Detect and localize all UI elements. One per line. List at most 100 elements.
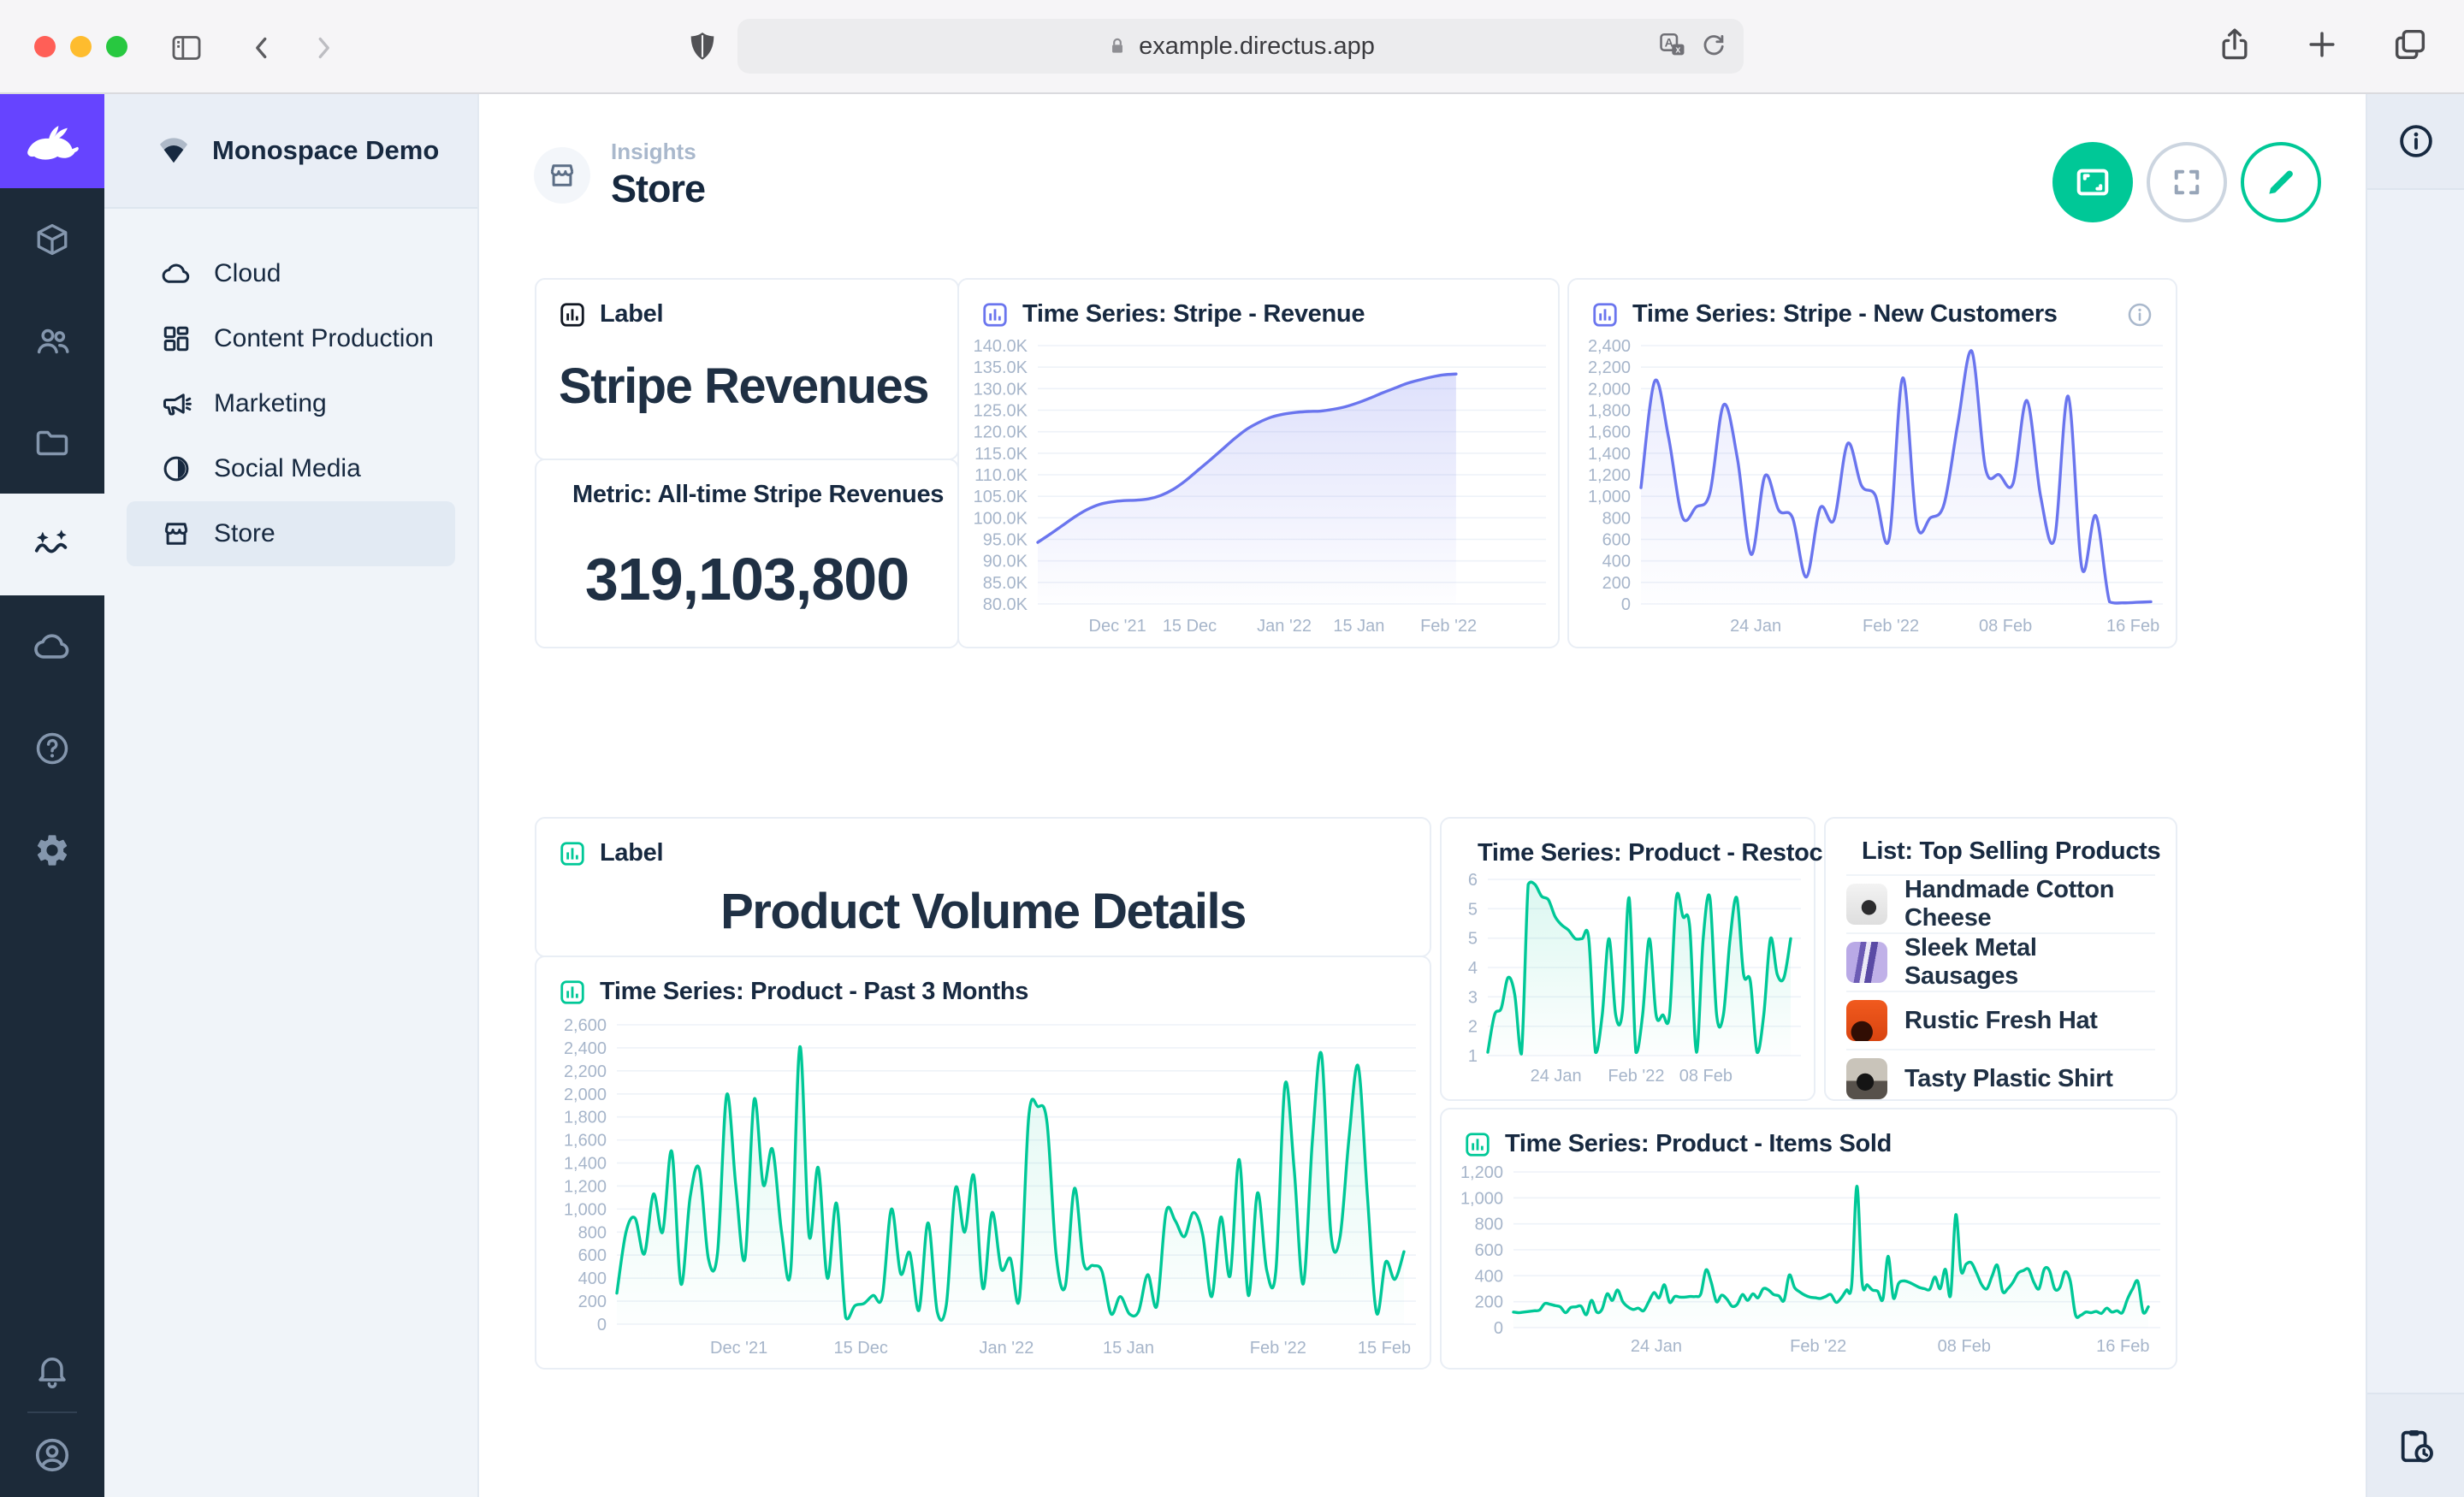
info-sidebar-icon[interactable] <box>2396 121 2436 161</box>
activity-log-icon[interactable] <box>2396 1426 2436 1465</box>
sidebar-item-social-media[interactable]: Social Media <box>127 436 455 501</box>
panel-past-3-months: Time Series: Product - Past 3 Months 2,6… <box>535 956 1431 1370</box>
svg-text:08 Feb: 08 Feb <box>1938 1337 1991 1356</box>
svg-text:800: 800 <box>1475 1216 1503 1234</box>
module-help[interactable] <box>0 697 104 799</box>
svg-text:2,000: 2,000 <box>564 1086 607 1104</box>
svg-text:80.0K: 80.0K <box>983 595 1028 614</box>
reload-icon[interactable] <box>1699 31 1728 60</box>
module-bar <box>0 94 104 1497</box>
sidebar-item-marketing[interactable]: Marketing <box>127 371 455 436</box>
svg-text:0: 0 <box>1621 595 1631 614</box>
module-cloud[interactable] <box>0 595 104 697</box>
close-window-button[interactable] <box>34 36 56 57</box>
pie-icon <box>161 453 192 484</box>
panel-info-icon[interactable] <box>2126 301 2153 328</box>
svg-text:2,000: 2,000 <box>1588 380 1631 399</box>
svg-text:24 Jan: 24 Jan <box>1631 1337 1682 1356</box>
directus-logo[interactable] <box>0 94 104 188</box>
chart-panel-icon <box>559 979 586 1006</box>
svg-text:Feb '22: Feb '22 <box>1420 617 1477 636</box>
panel-label-stripe: Label Stripe Revenues <box>535 278 959 460</box>
svg-text:Feb '22: Feb '22 <box>1250 1339 1306 1358</box>
svg-text:2,600: 2,600 <box>564 1016 607 1035</box>
sidebar-item-store[interactable]: Store <box>127 501 455 566</box>
module-users[interactable] <box>0 290 104 392</box>
svg-text:3: 3 <box>1468 988 1478 1007</box>
items-sold-chart: 1,2001,000800600400200024 JanFeb '2208 F… <box>1450 1162 2162 1357</box>
module-content[interactable] <box>0 188 104 290</box>
breadcrumb[interactable]: Insights <box>611 139 705 165</box>
svg-text:1,600: 1,600 <box>1588 423 1631 442</box>
project-signal-icon <box>157 136 190 165</box>
label-text: Stripe Revenues <box>536 335 957 415</box>
sidebar-item-cloud[interactable]: Cloud <box>127 241 455 306</box>
toggle-sidebar-icon[interactable] <box>169 31 204 65</box>
svg-text:1,200: 1,200 <box>564 1177 607 1196</box>
svg-text:100.0K: 100.0K <box>974 509 1028 528</box>
svg-text:105.0K: 105.0K <box>974 488 1028 506</box>
chart-panel-icon <box>1591 301 1619 328</box>
svg-text:15 Feb: 15 Feb <box>1358 1339 1411 1358</box>
svg-text:130.0K: 130.0K <box>974 380 1028 399</box>
svg-text:16 Feb: 16 Feb <box>2106 617 2159 636</box>
translate-icon[interactable]: Ax <box>1658 31 1687 60</box>
svg-text:Feb '22: Feb '22 <box>1608 1067 1664 1086</box>
traffic-lights <box>34 36 127 57</box>
panel-stripe-revenue: Time Series: Stripe - Revenue 140.0K135.… <box>957 278 1560 648</box>
tab-overview-icon[interactable] <box>2390 24 2430 65</box>
edit-dashboard-button[interactable] <box>2241 142 2321 222</box>
privacy-shield-icon[interactable] <box>684 27 720 67</box>
svg-text:400: 400 <box>578 1269 607 1288</box>
product-thumbnail <box>1846 884 1887 925</box>
zoom-window-button[interactable] <box>106 36 127 57</box>
svg-text:400: 400 <box>1475 1267 1503 1286</box>
user-avatar[interactable] <box>33 1435 72 1475</box>
divider <box>27 1411 77 1413</box>
forward-button[interactable] <box>308 33 339 63</box>
svg-text:15 Dec: 15 Dec <box>834 1339 888 1358</box>
sidebar-item-content-production[interactable]: Content Production <box>127 306 455 371</box>
svg-text:24 Jan: 24 Jan <box>1531 1067 1582 1086</box>
url-text: example.directus.app <box>1139 33 1375 61</box>
svg-text:2,400: 2,400 <box>1588 337 1631 356</box>
svg-text:5: 5 <box>1468 930 1478 949</box>
project-switcher[interactable]: Monospace Demo <box>104 94 477 209</box>
svg-text:08 Feb: 08 Feb <box>1679 1067 1732 1086</box>
svg-text:15 Jan: 15 Jan <box>1103 1339 1154 1358</box>
share-icon[interactable] <box>2216 24 2254 65</box>
fullscreen-button[interactable] <box>2147 142 2227 222</box>
svg-text:5: 5 <box>1468 900 1478 919</box>
past-3-months-chart: 2,6002,4002,2002,0001,8001,6001,4001,200… <box>548 1013 1418 1358</box>
back-button[interactable] <box>246 33 277 63</box>
cloud-icon <box>161 258 192 289</box>
svg-text:1,000: 1,000 <box>564 1200 607 1219</box>
list-item[interactable]: Rustic Fresh Hat <box>1846 991 2155 1049</box>
notifications-bell-icon[interactable] <box>33 1352 71 1389</box>
module-settings[interactable] <box>0 799 104 901</box>
svg-text:15 Dec: 15 Dec <box>1163 617 1217 636</box>
svg-text:1,400: 1,400 <box>564 1155 607 1174</box>
minimize-window-button[interactable] <box>70 36 92 57</box>
svg-text:400: 400 <box>1602 553 1631 571</box>
svg-text:600: 600 <box>578 1246 607 1265</box>
svg-text:16 Feb: 16 Feb <box>2096 1337 2149 1356</box>
address-bar[interactable]: example.directus.app Ax <box>737 19 1744 74</box>
svg-text:08 Feb: 08 Feb <box>1979 617 2032 636</box>
module-files[interactable] <box>0 392 104 494</box>
list-item[interactable]: Tasty Plastic Shirt <box>1846 1049 2155 1107</box>
fullscreen-icon <box>2169 164 2205 200</box>
svg-text:200: 200 <box>1475 1293 1503 1312</box>
product-thumbnail <box>1846 942 1887 983</box>
module-insights[interactable] <box>0 494 104 595</box>
svg-text:1,200: 1,200 <box>1588 466 1631 485</box>
megaphone-icon <box>161 388 192 419</box>
list-item[interactable]: Sleek Metal Sausages <box>1846 932 2155 991</box>
svg-text:2: 2 <box>1468 1018 1478 1037</box>
svg-text:0: 0 <box>597 1316 607 1334</box>
new-tab-icon[interactable] <box>2303 24 2341 65</box>
svg-text:6: 6 <box>1468 871 1478 890</box>
svg-text:800: 800 <box>578 1223 607 1242</box>
fit-dashboard-button[interactable] <box>2052 142 2133 222</box>
list-item[interactable]: Handmade Cotton Cheese <box>1846 874 2155 932</box>
